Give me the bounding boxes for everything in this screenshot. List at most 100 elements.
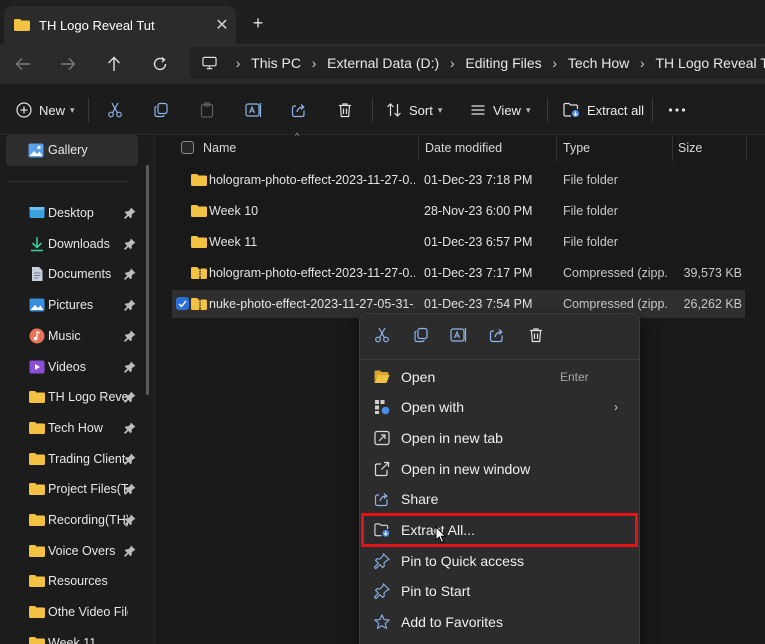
clipboard-icon [200,102,214,118]
sidebar-item-project-files-th-[interactable]: Project Files(TH) [0,475,150,503]
sidebar-item-trading-client[interactable]: Trading Client [0,445,150,473]
tab-th-logo-reveal[interactable]: TH Logo Reveal Tut ✕ [4,6,236,44]
sidebar-item-week-11[interactable]: Week 11 [0,629,150,644]
share-button[interactable] [291,97,307,123]
extract-all-highlight [361,513,638,547]
menu-item-label: Open [401,368,436,385]
folder-icon [29,421,45,434]
sidebar-item-gallery[interactable]: Gallery [6,135,138,166]
pin-icon [124,207,136,219]
sidebar-item-th-logo-reveal-tut[interactable]: TH Logo Reveal Tut [0,383,150,411]
copy-button[interactable] [153,97,169,123]
forward-button[interactable] [54,50,82,78]
menu-item-open-with[interactable]: Open with › [364,392,636,421]
sidebar-item-pictures[interactable]: Pictures [0,291,150,319]
column-header-date[interactable]: Date modified [425,135,502,161]
folder-icon [29,544,45,557]
sidebar-item-desktop[interactable]: Desktop [0,199,150,227]
select-all-checkbox[interactable] [181,141,194,154]
delete-button[interactable] [337,97,353,123]
up-button[interactable] [100,50,128,78]
more-options-button[interactable] [668,97,686,123]
copy-icon [154,102,168,118]
table-row[interactable]: Week 10 28-Nov-23 6:00 PM File folder [172,197,745,225]
menu-item-pin-to-start[interactable]: Pin to Start [364,576,636,605]
menu-item-pin-to-quick-access[interactable]: Pin to Quick access [364,546,636,575]
navigation-pane: Gallery Desktop Downloads Documents Picture… [0,135,155,644]
more-icon [668,108,686,112]
pin-icon [124,361,136,373]
table-row[interactable]: Week 11 01-Dec-23 6:57 PM File folder [172,228,745,256]
pictures-icon [29,298,45,312]
rename-button[interactable] [245,97,263,123]
new-tab-button[interactable]: + [246,11,270,35]
folder-icon [29,483,45,496]
context-copy-button[interactable] [411,325,431,345]
column-divider[interactable] [746,135,747,161]
pin-icon [124,391,136,404]
copy-icon [414,327,428,343]
table-row[interactable]: hologram-photo-effect-2023-11-27-0... 01-… [172,166,745,194]
column-divider[interactable] [418,135,419,161]
menu-item-add-to-favorites[interactable]: Add to Favorites [364,607,636,636]
breadcrumb-tech-how[interactable]: Tech How [568,55,629,71]
column-header-name[interactable]: Name [203,135,236,161]
context-delete-button[interactable] [526,325,546,345]
column-header-size[interactable]: Size [678,135,702,161]
sidebar-item-voice-overs[interactable]: Voice Overs [0,537,150,565]
context-share-button[interactable] [487,325,507,345]
menu-item-open[interactable]: Open Enter [364,362,636,391]
sidebar-item-documents[interactable]: Documents [0,260,150,288]
context-cut-button[interactable] [372,325,392,345]
paste-button[interactable] [199,97,215,123]
menu-item-open-in-new-window[interactable]: Open in new window [364,454,636,483]
column-divider[interactable] [556,135,557,161]
sort-icon [387,103,401,117]
sidebar-item-videos[interactable]: Videos [0,353,150,381]
folder-icon [191,205,207,217]
sidebar-item-recording-th-[interactable]: Recording(TH) [0,506,150,534]
column-header-type[interactable]: Type [563,135,590,161]
view-button[interactable]: View ▾ [470,97,530,123]
row-checkbox[interactable] [176,297,189,310]
address-bar[interactable]: › This PC › External Data (D:) › Editing… [190,47,765,79]
new-button[interactable]: New ▾ [16,97,75,123]
new-window-icon [374,461,390,476]
share-icon [489,329,503,343]
close-tab-icon[interactable]: ✕ [208,15,236,35]
table-row[interactable]: hologram-photo-effect-2023-11-27-0... 01-… [172,259,745,287]
sidebar-item-downloads[interactable]: Downloads [0,230,150,258]
sidebar-item-label: Week 11 [48,635,97,644]
back-button[interactable] [9,50,37,78]
chevron-down-icon: ▾ [525,104,531,115]
sidebar-item-music[interactable]: Music [0,322,150,350]
sidebar-item-resources[interactable]: Resources [0,567,150,595]
menu-item-label: Share [401,490,439,507]
breadcrumb-external-data[interactable]: External Data (D:) [327,55,439,71]
menu-item-open-in-new-tab[interactable]: Open in new tab [364,423,636,452]
folder-icon [29,636,45,644]
cut-button[interactable] [107,97,123,123]
menu-shortcut: Enter [560,369,589,384]
sidebar-item-tech-how[interactable]: Tech How [0,414,150,442]
extract-icon [563,102,580,118]
breadcrumb-this-pc[interactable]: This PC [251,55,301,71]
context-rename-button[interactable] [449,325,469,345]
sidebar-item-othe-video-files[interactable]: Othe Video Files [0,598,150,626]
share-icon [374,492,388,506]
breadcrumb-editing-files[interactable]: Editing Files [465,55,541,71]
file-type: File folder [563,235,618,249]
star-icon [374,613,390,629]
extract-all-button[interactable]: Extract all [563,97,644,123]
refresh-button[interactable] [146,50,174,78]
chevron-right-icon: › [552,55,558,71]
desktop-icon [29,207,45,218]
file-name: Week 11 [209,235,258,249]
chevron-right-icon: › [311,55,317,71]
menu-item-share[interactable]: Share [364,484,636,513]
file-date: 01-Dec-23 7:17 PM [424,266,533,280]
sort-button[interactable]: Sort ▾ [386,97,442,123]
breadcrumb-th-logo-reveal[interactable]: TH Logo Reveal Tut [655,55,765,71]
divider [361,359,640,360]
column-divider[interactable] [672,135,673,161]
